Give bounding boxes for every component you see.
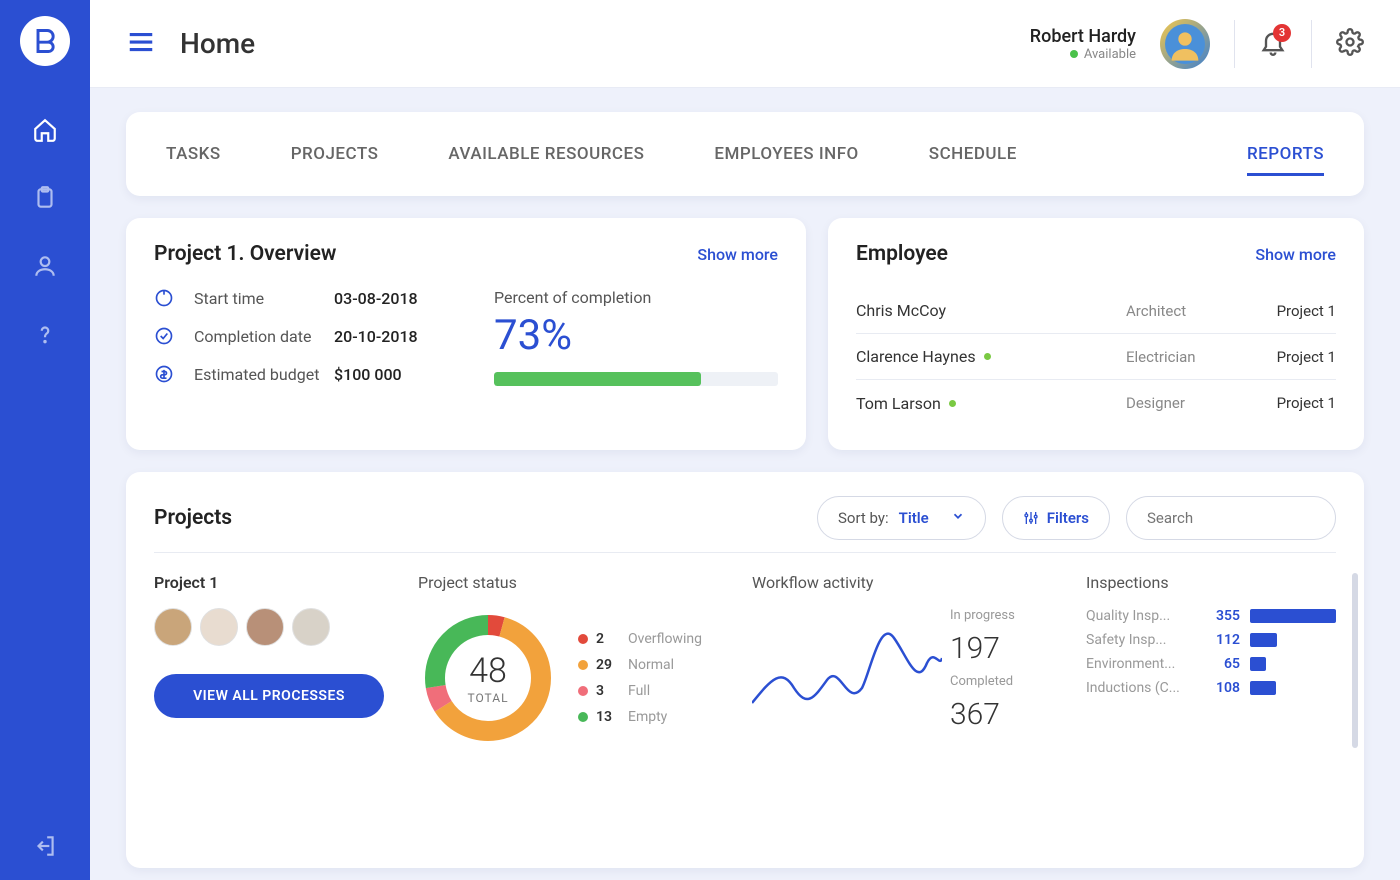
workflow-sparkline — [752, 608, 942, 728]
legend-dot-icon — [578, 634, 588, 644]
legend-dot-icon — [578, 686, 588, 696]
online-dot-icon — [949, 400, 956, 407]
legend-row: 13Empty — [578, 709, 702, 725]
legend-row: 2Overflowing — [578, 631, 702, 647]
avatar[interactable] — [292, 608, 330, 646]
inspection-row: Environment...65 — [1086, 656, 1336, 672]
status-donut-chart: 48 TOTAL — [418, 608, 558, 748]
tabs: TASKS PROJECTS AVAILABLE RESOURCES EMPLOYEE… — [126, 112, 1364, 196]
inspection-bar — [1250, 681, 1276, 695]
legend-dot-icon — [578, 660, 588, 670]
scrollbar[interactable] — [1352, 573, 1358, 748]
status-title: Project status — [418, 573, 718, 592]
avatar[interactable] — [200, 608, 238, 646]
legend-row: 29Normal — [578, 657, 702, 673]
view-all-processes-button[interactable]: VIEW ALL PROCESSES — [154, 674, 384, 718]
overview-row-icon — [154, 364, 176, 384]
sidebar — [0, 0, 90, 880]
sort-dropdown[interactable]: Sort by: Title — [817, 496, 986, 540]
notification-badge: 3 — [1273, 24, 1291, 42]
legend-row: 3Full — [578, 683, 702, 699]
employee-row[interactable]: Tom LarsonDesignerProject 1 — [856, 380, 1336, 426]
progress-bar — [494, 372, 778, 386]
tab-available-resources[interactable]: AVAILABLE RESOURCES — [448, 116, 644, 192]
nav-home-icon[interactable] — [21, 106, 69, 154]
team-avatars[interactable] — [154, 608, 384, 646]
project-name: Project 1 — [154, 573, 384, 592]
inspection-row: Inductions (C...108 — [1086, 680, 1336, 696]
inspection-row: Quality Insp...355 — [1086, 608, 1336, 624]
overview-card: Project 1. Overview Show more Start time… — [126, 218, 806, 450]
overview-row: Estimated budget$100 000 — [154, 364, 454, 384]
overview-title: Project 1. Overview — [154, 242, 336, 266]
nav-logout-icon[interactable] — [21, 822, 69, 870]
gear-icon — [1336, 28, 1364, 56]
nav-clipboard-icon[interactable] — [21, 174, 69, 222]
settings-button[interactable] — [1336, 28, 1364, 60]
logo[interactable] — [20, 16, 70, 66]
tab-employees-info[interactable]: EMPLOYEES INFO — [714, 116, 858, 192]
tab-reports[interactable]: REPORTS — [1247, 116, 1324, 192]
inspection-bar — [1250, 633, 1277, 647]
overview-row: Start time03-08-2018 — [154, 288, 454, 308]
inspections-title: Inspections — [1086, 573, 1336, 592]
online-dot-icon — [984, 353, 991, 360]
avatar[interactable] — [1160, 19, 1210, 69]
tab-projects[interactable]: PROJECTS — [291, 116, 379, 192]
user-status: Available — [1030, 47, 1136, 62]
notifications-button[interactable]: 3 — [1259, 28, 1287, 60]
workflow-completed: 367 — [950, 697, 1015, 732]
user-info[interactable]: Robert Hardy Available — [1030, 26, 1136, 62]
employee-row[interactable]: Chris McCoyArchitectProject 1 — [856, 288, 1336, 334]
projects-card: Projects Sort by: Title Filters — [126, 472, 1364, 868]
chevron-down-icon — [951, 509, 965, 527]
avatar[interactable] — [246, 608, 284, 646]
projects-title: Projects — [154, 506, 232, 530]
workflow-title: Workflow activity — [752, 573, 1052, 592]
status-dot-icon — [1070, 50, 1078, 58]
employee-show-more[interactable]: Show more — [1255, 245, 1336, 264]
search-field[interactable] — [1126, 496, 1336, 540]
page-title: Home — [180, 27, 255, 60]
overview-show-more[interactable]: Show more — [697, 245, 778, 264]
nav-help-icon[interactable] — [21, 310, 69, 358]
inspection-bar — [1250, 657, 1266, 671]
overview-row: Completion date20-10-2018 — [154, 326, 454, 346]
inspection-bar — [1250, 609, 1336, 623]
search-input[interactable] — [1147, 509, 1346, 527]
tab-tasks[interactable]: TASKS — [166, 116, 221, 192]
employee-row[interactable]: Clarence HaynesElectricianProject 1 — [856, 334, 1336, 380]
tab-schedule[interactable]: SCHEDULE — [929, 116, 1017, 192]
nav-user-icon[interactable] — [21, 242, 69, 290]
main: Home Robert Hardy Available 3 TASKS PROJE… — [90, 0, 1400, 880]
employee-card: Employee Show more Chris McCoyArchitectP… — [828, 218, 1364, 450]
sliders-icon — [1023, 510, 1039, 526]
filters-button[interactable]: Filters — [1002, 496, 1110, 540]
topbar: Home Robert Hardy Available 3 — [90, 0, 1400, 88]
workflow-in-progress: 197 — [950, 631, 1015, 666]
menu-icon[interactable] — [126, 27, 156, 61]
percent-value: 73% — [494, 311, 778, 360]
employee-title: Employee — [856, 242, 948, 266]
inspection-row: Safety Insp...112 — [1086, 632, 1336, 648]
overview-row-icon — [154, 288, 176, 308]
legend-dot-icon — [578, 712, 588, 722]
user-name: Robert Hardy — [1030, 26, 1136, 47]
overview-row-icon — [154, 326, 176, 346]
percent-label: Percent of completion — [494, 288, 778, 307]
avatar[interactable] — [154, 608, 192, 646]
